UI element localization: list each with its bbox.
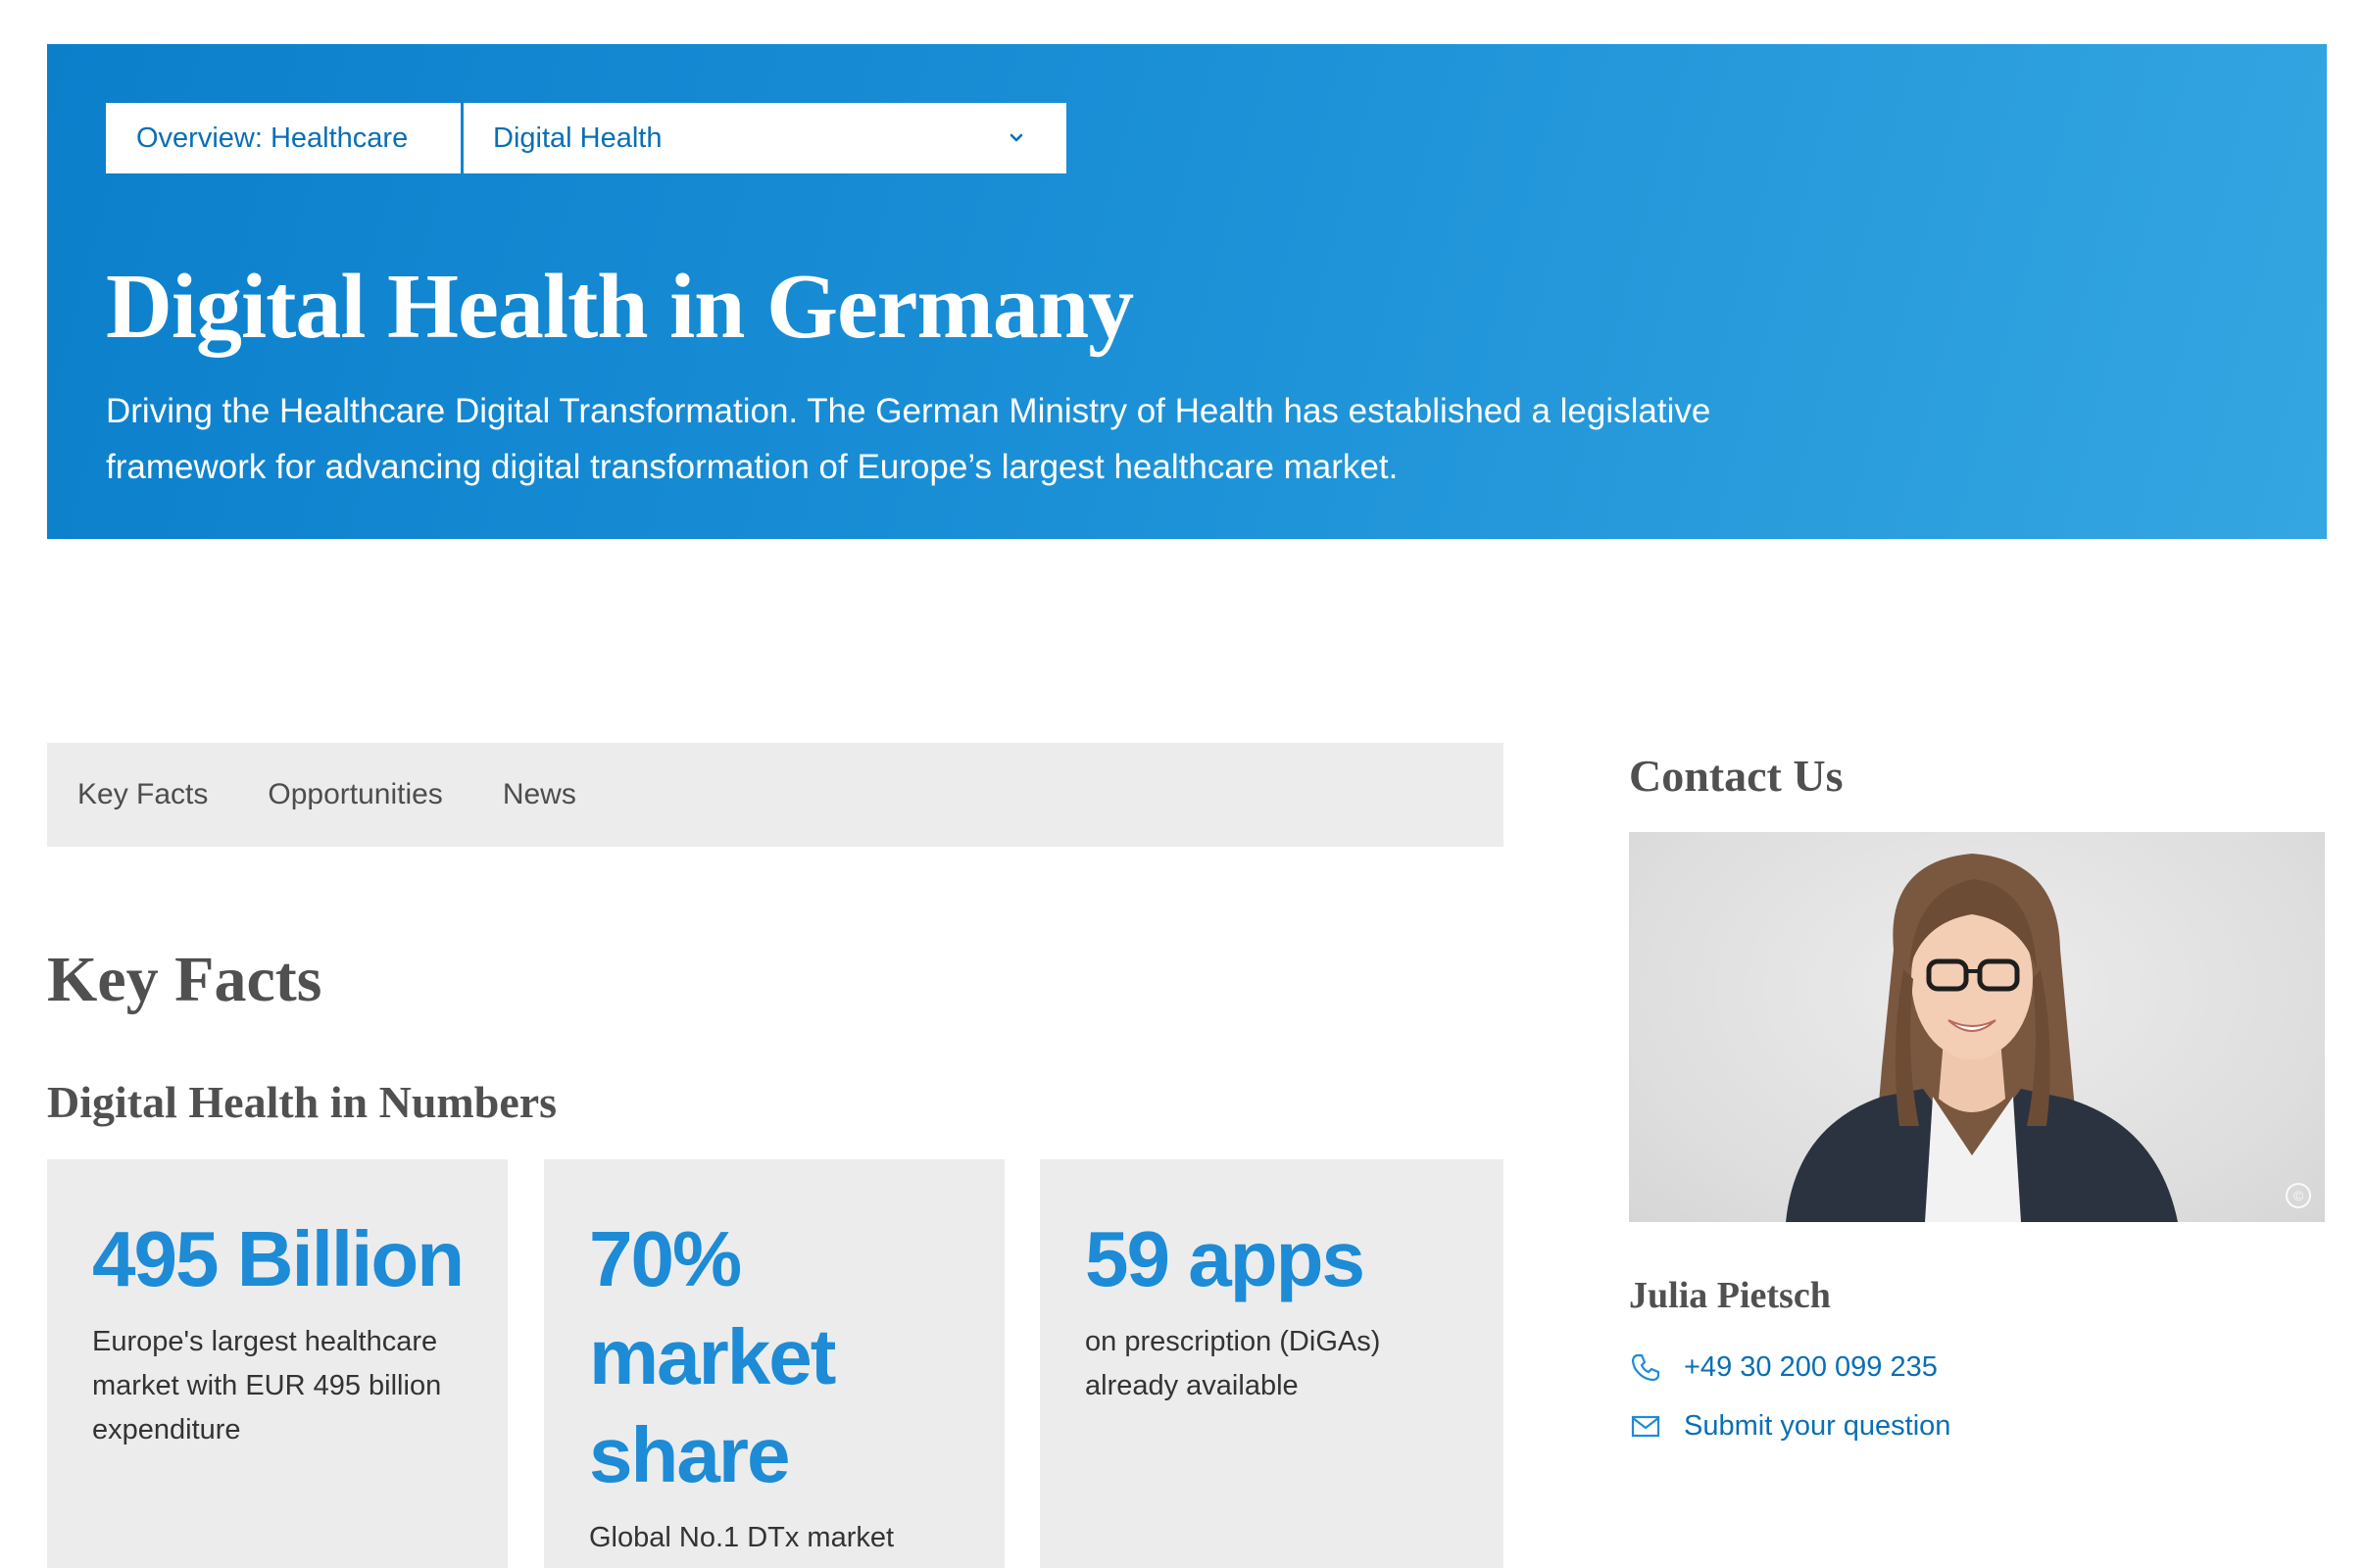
contact-phone-number: +49 30 200 099 235	[1684, 1350, 1938, 1383]
fact-card-text: on prescription (DiGAs) already availabl…	[1085, 1326, 1381, 1401]
fact-card: 495 Billion Europe's largest healthcare …	[47, 1159, 508, 1568]
contact-name: Julia Pietsch	[1629, 1275, 1831, 1316]
page-title: Digital Health in Germany	[106, 256, 1134, 358]
contact-phone-link[interactable]: +49 30 200 099 235	[1629, 1350, 1938, 1384]
phone-icon	[1629, 1350, 1662, 1384]
page-description: Driving the Healthcare Digital Transform…	[106, 392, 1711, 486]
mail-icon	[1629, 1409, 1662, 1443]
chevron-down-icon	[1006, 127, 1027, 149]
copyright-icon[interactable]: ©	[2286, 1183, 2311, 1208]
section-tab-bar: Key Facts Opportunities News	[47, 743, 1503, 847]
breadcrumb-section-label: Digital Health	[493, 122, 663, 154]
fact-card-text: Europe's largest healthcare market with …	[92, 1326, 442, 1446]
key-facts-cards: 495 Billion Europe's largest healthcare …	[47, 1159, 1503, 1568]
submit-question-link[interactable]: Submit your question	[1629, 1409, 1950, 1443]
tab-opportunities[interactable]: Opportunities	[268, 778, 442, 811]
fact-card-text: Global No.1 DTx market	[589, 1522, 895, 1553]
fact-card-value: 59 apps	[1085, 1215, 1365, 1302]
breadcrumb-overview-label: Overview: Healthcare	[136, 122, 409, 154]
key-facts-heading: Key Facts	[47, 944, 322, 1015]
breadcrumb-overview-link[interactable]: Overview: Healthcare	[106, 103, 461, 173]
fact-card-value: 495 Billion	[92, 1215, 465, 1302]
portrait-illustration	[1786, 854, 2178, 1222]
fact-card-value: 70% market share	[589, 1215, 836, 1498]
page: Overview: Healthcare Digital Health Digi…	[0, 0, 2365, 1568]
fact-card: 59 apps on prescription (DiGAs) already …	[1040, 1159, 1503, 1568]
tab-news[interactable]: News	[503, 778, 576, 811]
contact-photo: ©	[1629, 832, 2325, 1222]
tab-key-facts[interactable]: Key Facts	[77, 778, 208, 811]
hero-banner: Overview: Healthcare Digital Health Digi…	[47, 44, 2327, 539]
submit-question-label: Submit your question	[1684, 1409, 1951, 1442]
breadcrumb-section-dropdown[interactable]: Digital Health	[464, 103, 1066, 173]
breadcrumb: Overview: Healthcare Digital Health	[106, 103, 1066, 173]
key-facts-subheading: Digital Health in Numbers	[47, 1077, 558, 1127]
fact-card: 70% market share Global No.1 DTx market	[544, 1159, 1005, 1568]
contact-heading: Contact Us	[1629, 751, 1844, 801]
